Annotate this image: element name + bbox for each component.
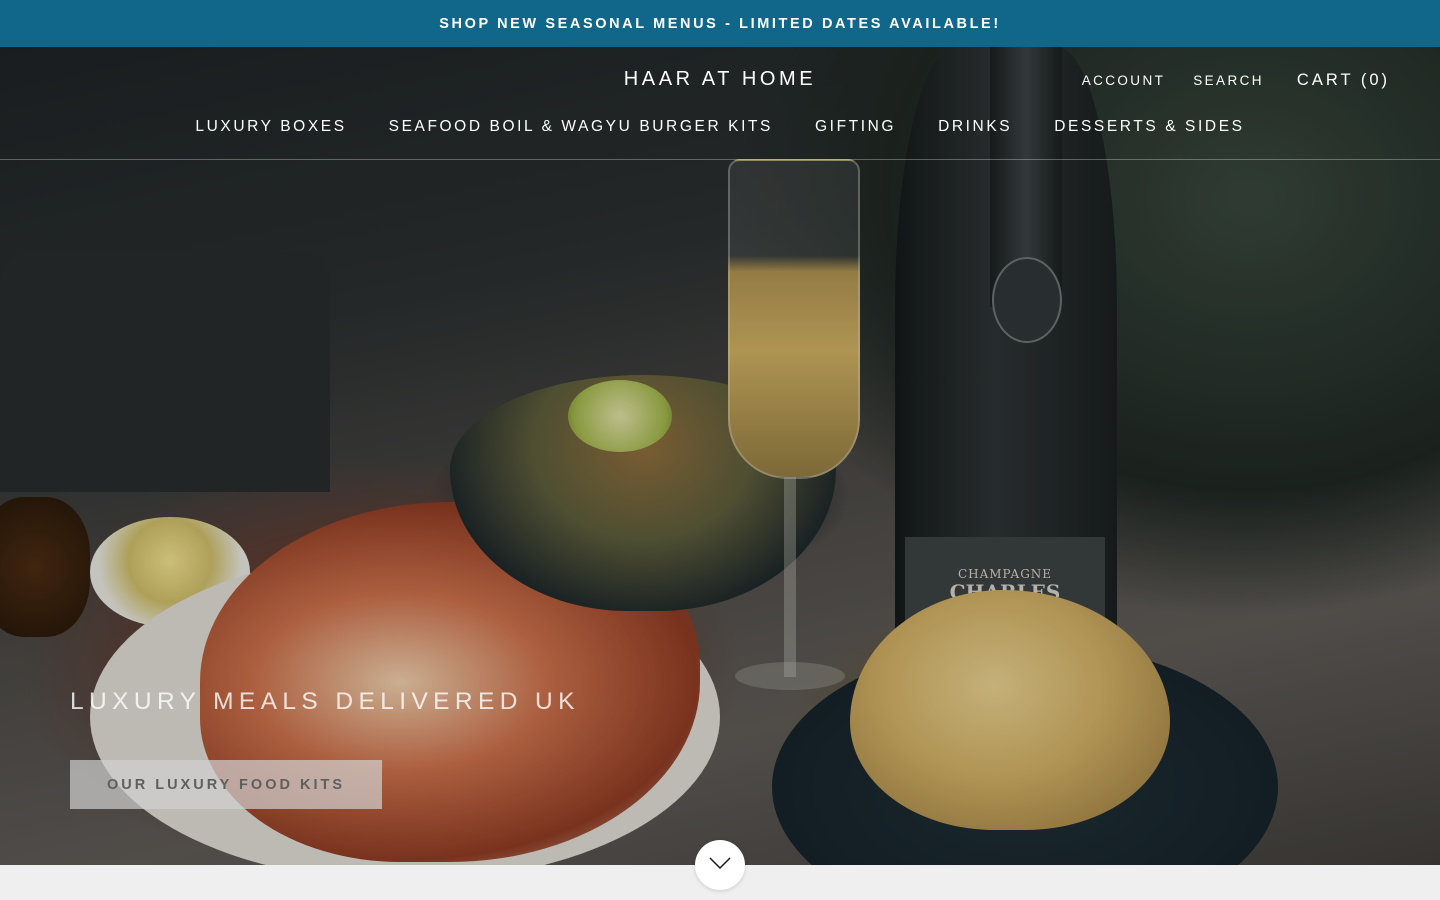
nav-item-gifting[interactable]: GIFTING (815, 118, 896, 136)
main-nav: LUXURY BOXES SEAFOOD BOIL & WAGYU BURGER… (0, 118, 1440, 136)
cart-link[interactable]: CART (0) (1297, 71, 1390, 90)
luxury-food-kits-button[interactable]: OUR LUXURY FOOD KITS (70, 760, 382, 809)
nav-item-drinks[interactable]: DRINKS (938, 118, 1012, 136)
account-link[interactable]: ACCOUNT (1082, 73, 1166, 88)
scroll-down-button[interactable] (695, 840, 745, 890)
hero-overlay (0, 47, 1440, 865)
hero-section: CHAMPAGNE CHARLES HEIDSIECK HAAR AT HOME… (0, 47, 1440, 865)
nav-item-desserts-sides[interactable]: DESSERTS & SIDES (1054, 118, 1244, 136)
header-divider (0, 159, 1440, 160)
announcement-text[interactable]: SHOP NEW SEASONAL MENUS - LIMITED DATES … (439, 16, 1001, 32)
search-link[interactable]: SEARCH (1193, 73, 1264, 88)
nav-item-seafood-boil-wagyu[interactable]: SEAFOOD BOIL & WAGYU BURGER KITS (389, 118, 773, 136)
header-actions: ACCOUNT SEARCH CART (0) (1082, 71, 1390, 90)
hero-title: LUXURY MEALS DELIVERED UK (70, 688, 580, 715)
nav-item-luxury-boxes[interactable]: LUXURY BOXES (195, 118, 346, 136)
chevron-down-icon (709, 856, 731, 874)
announcement-bar[interactable]: SHOP NEW SEASONAL MENUS - LIMITED DATES … (0, 0, 1440, 47)
